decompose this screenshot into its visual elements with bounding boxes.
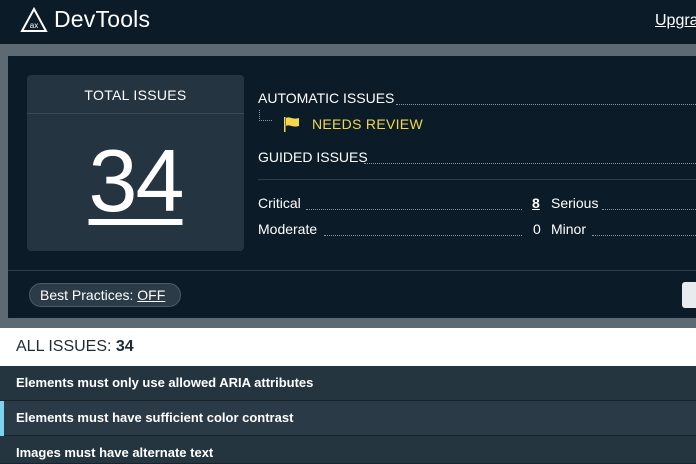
dot-leader (306, 209, 522, 210)
issue-row-selected[interactable]: Elements must have sufficient color cont… (0, 401, 696, 436)
export-button[interactable] (682, 282, 696, 308)
issue-label: Elements must only use allowed ARIA attr… (16, 375, 314, 390)
critical-label: Critical (258, 195, 301, 211)
dot-leader (396, 104, 696, 105)
top-bar: ax DevTools Upgra (0, 0, 696, 44)
issue-row[interactable]: Elements must only use allowed ARIA attr… (0, 366, 696, 401)
total-issues-card: TOTAL ISSUES 34 (27, 75, 244, 251)
flag-icon (284, 117, 299, 132)
best-practices-label: Best Practices: (40, 287, 138, 303)
minor-label: Minor (551, 221, 587, 237)
dot-leader (364, 163, 696, 164)
dot-leader (602, 209, 696, 210)
axe-logo-icon: ax (20, 7, 48, 32)
separator (0, 318, 696, 328)
moderate-count: 0 (533, 221, 541, 237)
total-issues-count[interactable]: 34 (27, 131, 244, 231)
app-title: DevTools (54, 6, 151, 32)
separator (0, 44, 696, 56)
issue-row[interactable]: Images must have alternate text (0, 436, 696, 464)
divider (258, 179, 696, 180)
serious-label: Serious (551, 195, 599, 211)
tree-connector (259, 110, 272, 121)
all-issues-label: ALL ISSUES: 34 (16, 338, 134, 356)
guided-issues-label: GUIDED ISSUES (258, 149, 368, 165)
critical-count[interactable]: 8 (532, 195, 540, 211)
total-issues-title: TOTAL ISSUES (27, 75, 244, 114)
all-issues-title: ALL ISSUES: (16, 338, 116, 355)
divider (8, 270, 696, 271)
automatic-issues-label: AUTOMATIC ISSUES (258, 90, 395, 106)
issue-label: Images must have alternate text (16, 445, 214, 460)
dot-leader (592, 235, 696, 236)
best-practices-value[interactable]: OFF (137, 287, 165, 303)
issue-label: Elements must have sufficient color cont… (16, 410, 294, 425)
needs-review-link[interactable]: NEEDS REVIEW (312, 116, 423, 132)
upgrade-link[interactable]: Upgra (655, 12, 696, 30)
moderate-label: Moderate (258, 221, 318, 237)
selected-indicator (0, 401, 4, 436)
all-issues-count: 34 (115, 338, 134, 355)
best-practices-toggle[interactable]: Best Practices: OFF (29, 283, 181, 307)
dot-leader (324, 235, 522, 236)
svg-text:ax: ax (30, 21, 38, 30)
separator (0, 44, 8, 328)
